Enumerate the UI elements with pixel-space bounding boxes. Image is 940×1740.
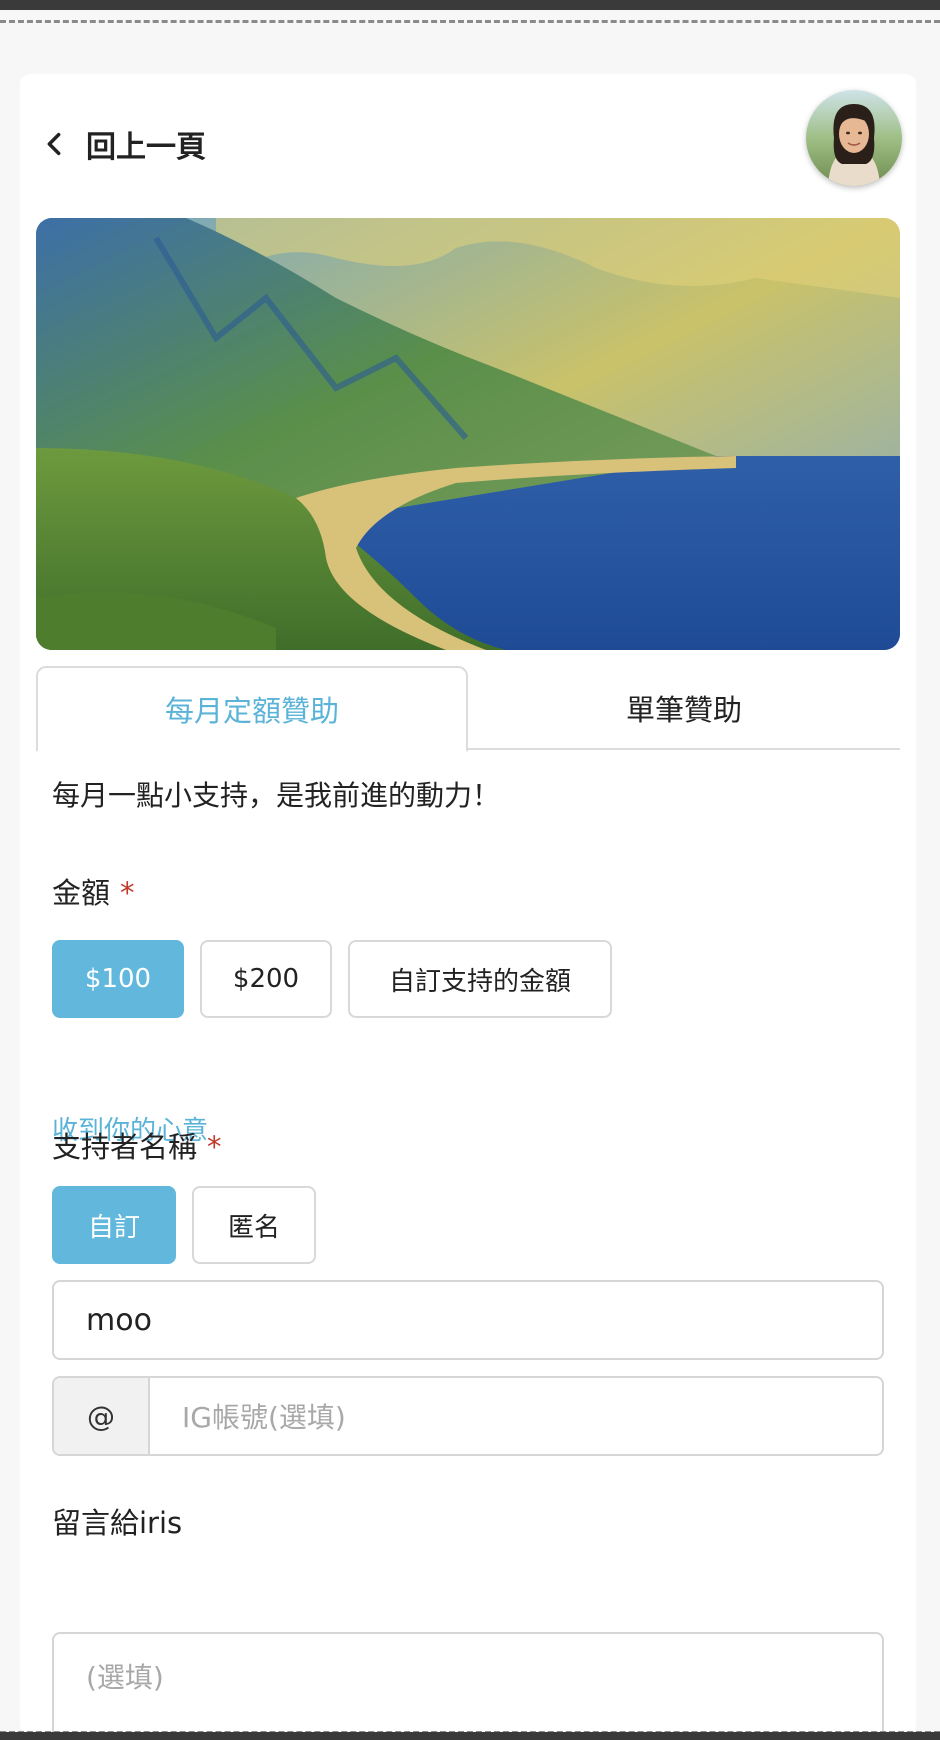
supporter-name-field[interactable]: moo [52,1280,884,1360]
ig-placeholder: IG帳號(選填) [182,1401,346,1434]
user-avatar-icon [806,90,902,186]
supporter-label: 支持者名稱 * [52,1124,222,1166]
supporter-label-text: 支持者名稱 [52,1130,198,1164]
amount-custom-button[interactable]: 自訂支持的金額 [348,940,612,1018]
back-button[interactable]: 回上一頁 [40,114,206,174]
amount-100-button[interactable]: $100 [52,940,184,1018]
name-custom-button[interactable]: 自訂 [52,1186,176,1264]
chevron-left-icon [47,132,61,156]
avatar[interactable] [806,90,902,186]
message-textarea[interactable]: (選填) [52,1632,884,1740]
tagline: 每月一點小支持，是我前進的動力！ [52,779,501,812]
at-prefix: @ [54,1378,150,1454]
amount-label: 金額 * [52,870,135,912]
hero-landscape-image [36,218,900,650]
required-mark: * [120,876,135,910]
required-mark: * [207,1130,222,1164]
window-top-bar [0,0,940,10]
sponsor-card: 回上一頁 每月定額贊助 單筆贊助 每月一點小支持，是我前進的動力！ 金額 * $… [20,74,916,1740]
header: 回上一頁 [20,74,916,204]
sponsor-tabs: 每月定額贊助 單筆贊助 [36,666,900,752]
ig-account-field[interactable]: @ IG帳號(選填) [52,1376,884,1456]
message-placeholder: (選填) [86,1661,164,1694]
amount-label-text: 金額 [52,876,111,910]
back-label: 回上一頁 [86,130,206,165]
message-label: 留言給iris [52,1506,183,1540]
tab-monthly[interactable]: 每月定額贊助 [36,666,468,752]
window-bottom-bar [0,1732,940,1740]
amount-200-button[interactable]: $200 [200,940,332,1018]
supporter-name-value: moo [86,1302,152,1338]
name-anonymous-button[interactable]: 匿名 [192,1186,316,1264]
top-divider [0,20,940,23]
tab-one-time[interactable]: 單筆贊助 [468,666,900,750]
